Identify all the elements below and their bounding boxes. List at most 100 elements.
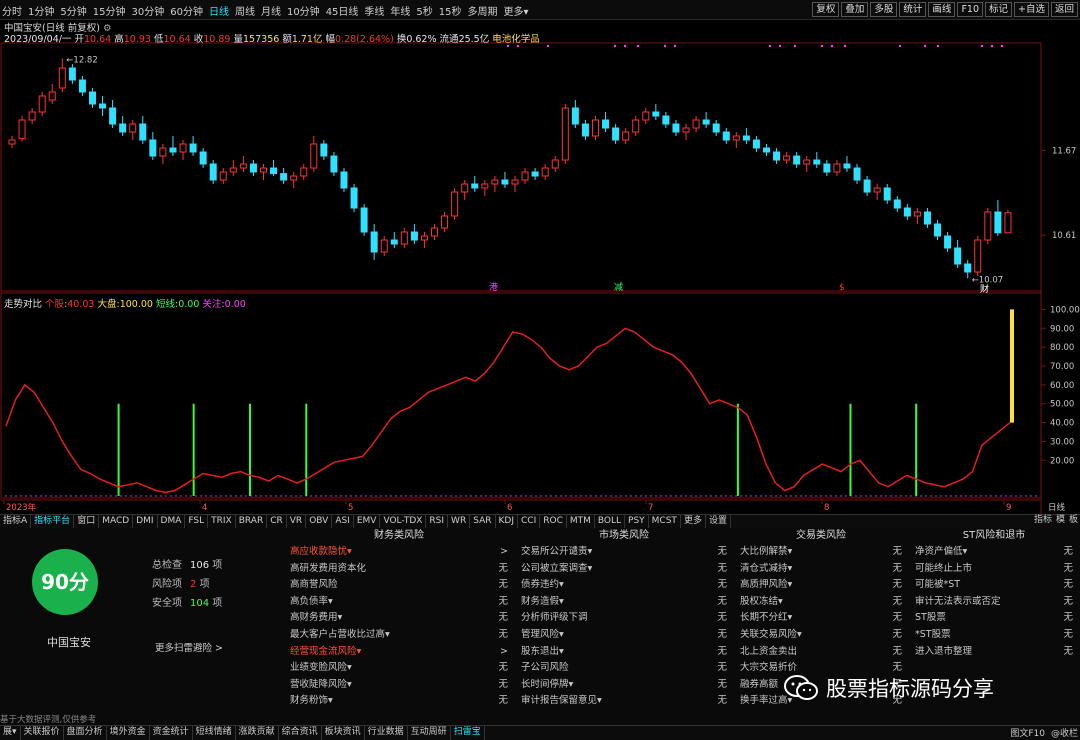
ind-tab-3[interactable]: MACD bbox=[99, 515, 134, 528]
risk-item[interactable]: 财务造假▾ 无 bbox=[517, 594, 731, 611]
candle-body bbox=[290, 175, 298, 181]
candle-body bbox=[88, 91, 96, 105]
bottom-tab-3[interactable]: 境外资金 bbox=[107, 726, 150, 740]
max-price-mark: ←12.82 bbox=[66, 55, 97, 65]
bottom-tab-11[interactable]: 扫雷宝 bbox=[451, 726, 485, 740]
ind-tab-1[interactable]: 指标平台 bbox=[31, 515, 75, 528]
ind-tab-10[interactable]: VR bbox=[287, 515, 307, 528]
ind-tab-17[interactable]: SAR bbox=[470, 515, 496, 528]
ind-tab-12[interactable]: ASI bbox=[332, 515, 354, 528]
risk-item[interactable]: 高应收款隐忧▾ > bbox=[286, 544, 512, 561]
trend-compare-indicator: 100.00 90.00 80.00 70.00 60.00 50.00 40.00 30.0… bbox=[5, 305, 1080, 497]
ind-tab-21[interactable]: MTM bbox=[567, 515, 595, 528]
ind-tab-2[interactable]: 窗口 bbox=[74, 515, 100, 528]
risk-item[interactable]: 债券违约▾ 无 bbox=[517, 577, 731, 594]
risk-item[interactable]: 交易所公开谴责▾ 无 bbox=[517, 544, 731, 561]
candle-body bbox=[591, 119, 599, 137]
bottom-tab-7[interactable]: 综合资讯 bbox=[279, 726, 322, 740]
risk-item[interactable]: 长期不分红▾ 无 bbox=[736, 610, 906, 627]
bottom-tab-0[interactable]: 展▾ bbox=[0, 726, 21, 740]
risk-item[interactable]: 北上资金卖出 无 bbox=[736, 644, 906, 661]
ind-tab-23[interactable]: PSY bbox=[625, 515, 649, 528]
ind-tab-19[interactable]: CCI bbox=[518, 515, 541, 528]
ind-tab-9[interactable]: CR bbox=[267, 515, 287, 528]
bottom-tab-2[interactable]: 盘面分析 bbox=[64, 726, 107, 740]
risk-item[interactable]: 管理风险▾ 无 bbox=[517, 627, 731, 644]
candle-body bbox=[18, 119, 26, 139]
risk-item[interactable]: 高质押风险▾ 无 bbox=[736, 577, 906, 594]
risk-item[interactable]: 最大客户占营收比过高▾ 无 bbox=[286, 627, 512, 644]
ind-tab-15[interactable]: RSI bbox=[426, 515, 449, 528]
bottom-tab-9[interactable]: 行业数据 bbox=[365, 726, 408, 740]
risk-item[interactable]: 大比例解禁▾ 无 bbox=[736, 544, 906, 561]
bottom-right-0[interactable]: 图文F10 bbox=[1010, 726, 1045, 739]
candle-body bbox=[199, 151, 207, 165]
risk-item[interactable]: 高商誉风险 无 bbox=[286, 577, 512, 594]
risk-item[interactable]: 分析师评级下调 无 bbox=[517, 610, 731, 627]
risk-item[interactable]: *ST股票 无 bbox=[911, 627, 1077, 644]
risk-item[interactable]: 进入退市整理 无 bbox=[911, 644, 1077, 661]
risk-item[interactable]: 净资产偏低▾ 无 bbox=[911, 544, 1077, 561]
ind-tab-6[interactable]: FSL bbox=[185, 515, 209, 528]
bottom-right-1[interactable]: @收栏 bbox=[1051, 726, 1078, 739]
risk-item[interactable]: 长时间停牌▾ 无 bbox=[517, 677, 731, 694]
risk-item[interactable]: 公司被立案调查▾ 无 bbox=[517, 561, 731, 578]
risk-item[interactable]: 经营现金流风险▾ > bbox=[286, 644, 512, 661]
candle-body bbox=[58, 67, 66, 89]
ind-tab-0[interactable]: 指标A bbox=[0, 515, 32, 528]
risk-item[interactable]: 关联交易风险▾ 无 bbox=[736, 627, 906, 644]
risk-item[interactable]: 业绩变脸风险▾ 无 bbox=[286, 660, 512, 677]
risk-item-status: 无 bbox=[1063, 645, 1073, 657]
risk-item-label: 可能终止上市 bbox=[915, 562, 973, 574]
ind-tab-26[interactable]: 设置 bbox=[706, 515, 731, 528]
bottom-tab-6[interactable]: 涨跌贡献 bbox=[236, 726, 279, 740]
candle-body bbox=[8, 139, 16, 145]
ind-tab-22[interactable]: BOLL bbox=[595, 515, 626, 528]
ind-right-2[interactable]: 板 bbox=[1069, 514, 1078, 527]
risk-item-label: 交易所公开谴责▾ bbox=[521, 546, 593, 557]
ind-tab-25[interactable]: 更多 bbox=[681, 515, 706, 528]
risk-item[interactable]: 股权冻结▾ 无 bbox=[736, 594, 906, 611]
risk-item[interactable]: 可能被*ST 无 bbox=[911, 577, 1077, 594]
bottom-tab-8[interactable]: 板块资讯 bbox=[322, 726, 365, 740]
bottom-tab-5[interactable]: 短线情绪 bbox=[193, 726, 236, 740]
bottom-tab-10[interactable]: 互动周研 bbox=[408, 726, 451, 740]
ind-tab-11[interactable]: OBV bbox=[306, 515, 333, 528]
risk-item[interactable]: 清仓式减持▾ 无 bbox=[736, 561, 906, 578]
ind-right-1[interactable]: 模 bbox=[1056, 514, 1065, 527]
bottom-tab-4[interactable]: 资金统计 bbox=[150, 726, 193, 740]
risk-item[interactable]: 审计无法表示或否定 无 bbox=[911, 594, 1077, 611]
ind-tab-13[interactable]: EMV bbox=[354, 515, 381, 528]
ind-tab-5[interactable]: DMA bbox=[158, 515, 186, 528]
signal-dot bbox=[1000, 44, 1004, 48]
signal-dot bbox=[613, 44, 617, 48]
candle-body bbox=[521, 171, 529, 181]
risk-item[interactable]: 子公司风险 无 bbox=[517, 660, 731, 677]
risk-item-status: 无 bbox=[498, 595, 508, 607]
ind-right-0[interactable]: 指标 bbox=[1034, 514, 1052, 527]
ind-tab-4[interactable]: DMI bbox=[133, 515, 158, 528]
risk-item[interactable]: 高负债率▾ 无 bbox=[286, 594, 512, 611]
bottom-tab-1[interactable]: 关联报价 bbox=[21, 726, 64, 740]
ind-tab-14[interactable]: VOL-TDX bbox=[380, 515, 427, 528]
risk-item[interactable]: 营收陡降风险▾ 无 bbox=[286, 677, 512, 694]
ind-tab-8[interactable]: BRAR bbox=[236, 515, 268, 528]
risk-item[interactable]: 审计报告保留意见▾ 无 bbox=[517, 693, 731, 710]
candle-body bbox=[189, 143, 197, 153]
more-scan-link[interactable]: 更多扫雷避险 > bbox=[155, 640, 223, 654]
ind-tab-16[interactable]: WR bbox=[448, 515, 471, 528]
risk-item-status: 无 bbox=[892, 645, 902, 657]
risk-item[interactable]: 可能终止上市 无 bbox=[911, 561, 1077, 578]
kline-chart[interactable]: 11.6710.61 ←12.82←10.07港减 $ 财 100.0090.008… bbox=[0, 0, 1080, 514]
risk-item-label: 可能被*ST bbox=[915, 579, 961, 591]
candle-body bbox=[541, 167, 549, 177]
risk-item[interactable]: 股东退出▾ 无 bbox=[517, 644, 731, 661]
ind-tab-20[interactable]: ROC bbox=[540, 515, 567, 528]
risk-item[interactable]: ST股票 无 bbox=[911, 610, 1077, 627]
ind-tab-7[interactable]: TRIX bbox=[208, 515, 236, 528]
ind-tab-18[interactable]: KDJ bbox=[496, 515, 518, 528]
risk-item[interactable]: 高研发费用资本化 无 bbox=[286, 561, 512, 578]
risk-item[interactable]: 财务粉饰▾ 无 bbox=[286, 693, 512, 710]
ind-tab-24[interactable]: MCST bbox=[649, 515, 681, 528]
risk-item[interactable]: 高财务费用▾ 无 bbox=[286, 610, 512, 627]
